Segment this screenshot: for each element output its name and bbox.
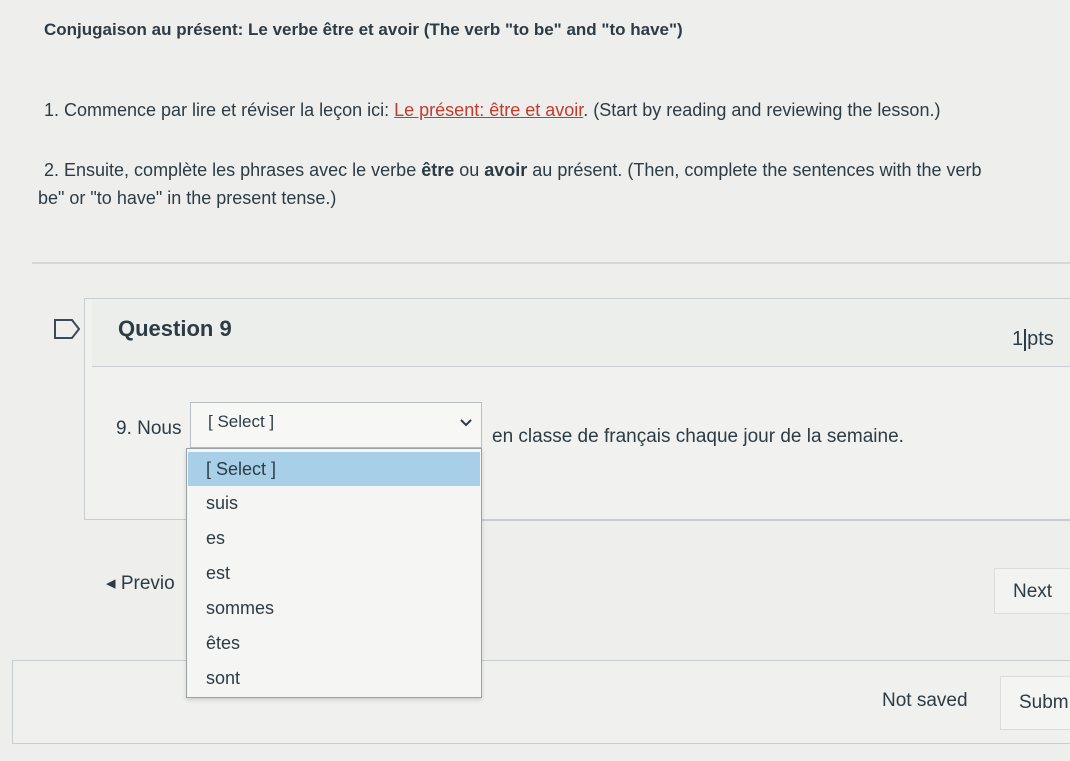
sentence-prefix: 9. Nous — [116, 418, 182, 439]
save-status: Not saved — [882, 690, 968, 711]
points-value: 1 — [1012, 328, 1024, 350]
lesson-link[interactable]: Le présent: être et avoir — [394, 100, 583, 120]
chevron-down-icon — [460, 419, 472, 427]
instruction-step-1: 1. Commence par lire et réviser la leçon… — [44, 100, 940, 121]
flag-question-icon[interactable] — [54, 318, 80, 340]
select-dropdown-list: [ Select ] suis es est sommes êtes sont — [186, 448, 482, 698]
assignment-heading: Conjugaison au présent: Le verbe être et… — [44, 20, 683, 39]
step2-text-cont: au présent. (Then, complete the sentence… — [527, 160, 982, 180]
text-cursor — [1024, 328, 1027, 351]
option-sommes[interactable]: sommes — [188, 591, 480, 625]
submit-button[interactable]: Subm — [1000, 676, 1070, 730]
option-sont[interactable]: sont — [188, 661, 480, 695]
option-etes[interactable]: êtes — [188, 626, 480, 660]
next-button[interactable]: Next — [994, 568, 1070, 614]
option-est[interactable]: est — [188, 556, 480, 590]
step2-etre: être — [421, 160, 455, 180]
step2-avoir: avoir — [484, 160, 528, 180]
instruction-step-2: 2. Ensuite, complète les phrases avec le… — [38, 156, 1070, 212]
step2-line-2: be" or "to have" in the present tense.) — [38, 188, 337, 208]
previous-button[interactable]: ◂ Previo — [106, 572, 175, 595]
sentence-suffix: en classe de français chaque jour de la … — [492, 426, 904, 447]
question-title: Question 9 — [118, 316, 232, 341]
question-header — [92, 300, 1070, 367]
card-divider — [482, 520, 1070, 521]
option-select-placeholder[interactable]: [ Select ] — [188, 452, 480, 486]
divider — [32, 262, 1070, 264]
select-current-value: [ Select ] — [208, 412, 275, 431]
option-suis[interactable]: suis — [188, 486, 480, 520]
step1-text: 1. Commence par lire et réviser la leçon… — [44, 100, 395, 120]
step2-ou: ou — [454, 160, 485, 180]
step1-text-end: . (Start by reading and reviewing the le… — [583, 100, 941, 120]
step2-text: 2. Ensuite, complète les phrases avec le… — [44, 160, 422, 180]
question-points: 1 pts — [1012, 328, 1054, 351]
points-unit: pts — [1027, 328, 1054, 350]
option-es[interactable]: es — [188, 521, 480, 555]
